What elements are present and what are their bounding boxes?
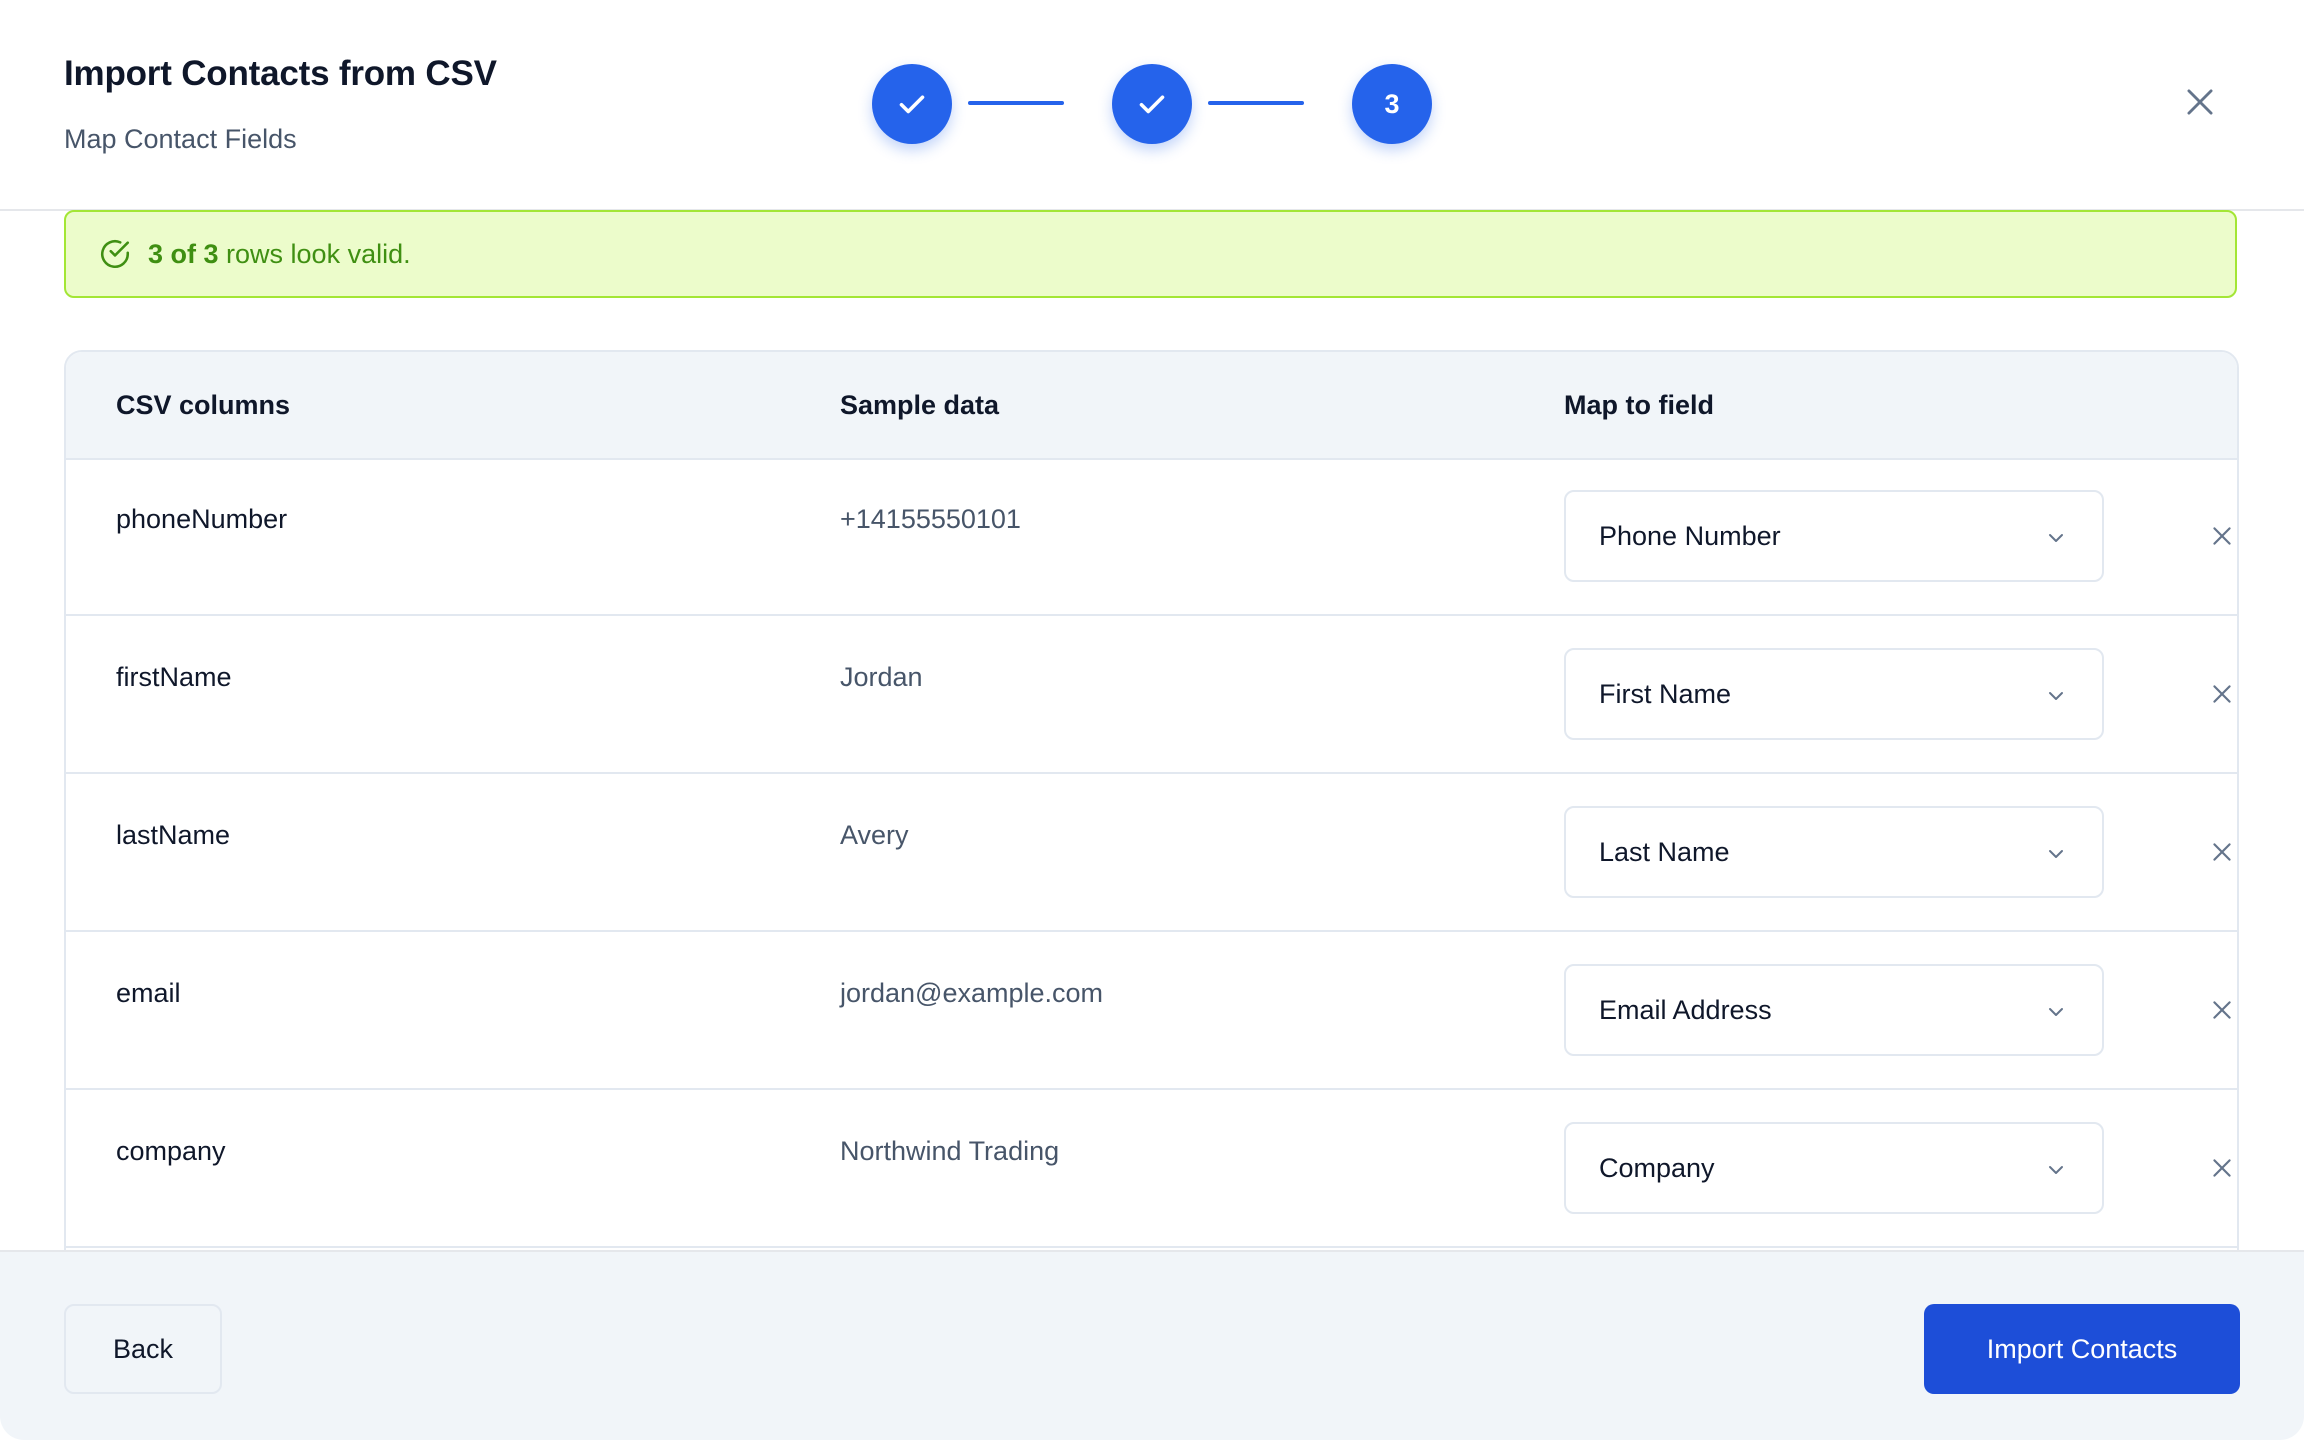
header-map-to-field: Map to field — [1564, 390, 1714, 420]
close-icon — [2213, 685, 2231, 703]
table-row: lastName Avery Last Name — [66, 774, 2237, 932]
close-button[interactable] — [2176, 78, 2224, 126]
field-select-value: First Name — [1599, 679, 1732, 709]
check-icon — [1139, 95, 1165, 114]
modal-header: Import Contacts from CSV Map Contact Fie… — [0, 0, 2304, 211]
remove-mapping-button[interactable] — [2206, 836, 2237, 868]
sample-value: Jordan — [840, 662, 923, 692]
validation-count: 3 of 3 — [148, 238, 219, 269]
field-select[interactable]: First Name — [1564, 648, 2104, 740]
field-mapping-table: CSV columns Sample data Map to field pho… — [64, 350, 2239, 1350]
field-select[interactable]: Company — [1564, 1122, 2104, 1214]
remove-mapping-button[interactable] — [2206, 678, 2237, 710]
sample-value: +14155550101 — [840, 504, 1021, 534]
chevron-down-icon — [2049, 692, 2063, 700]
field-select-value: Last Name — [1599, 837, 1730, 867]
close-icon — [2213, 1001, 2231, 1019]
step-connector — [1208, 101, 1304, 105]
import-contacts-button[interactable]: Import Contacts — [1924, 1304, 2240, 1394]
csv-column-name: firstName — [116, 662, 232, 692]
field-select[interactable]: Phone Number — [1564, 490, 2104, 582]
check-icon — [899, 95, 925, 114]
validation-message: 3 of 3 rows look valid. — [148, 239, 411, 270]
header-csv-columns: CSV columns — [116, 390, 291, 420]
remove-mapping-button[interactable] — [2206, 520, 2237, 552]
field-select-value: Email Address — [1599, 995, 1772, 1025]
remove-mapping-button[interactable] — [2206, 994, 2237, 1026]
table-row: phoneNumber +14155550101 Phone Number — [66, 458, 2237, 616]
chevron-down-icon — [2049, 850, 2063, 858]
modal-footer: Back Import Contacts — [0, 1250, 2304, 1440]
chevron-down-icon — [2049, 1166, 2063, 1174]
csv-column-name: phoneNumber — [116, 504, 288, 534]
validation-banner: 3 of 3 rows look valid. — [64, 210, 2237, 298]
import-modal: Import Contacts from CSV Map Contact Fie… — [0, 0, 2304, 1440]
stepper: 3 — [0, 0, 2304, 209]
csv-column-name: email — [116, 978, 181, 1008]
chevron-down-icon — [2049, 534, 2063, 542]
table-row: email jordan@example.com Email Address — [66, 932, 2237, 1090]
close-icon — [2213, 1159, 2231, 1177]
step-number: 3 — [1384, 88, 1400, 119]
field-select-value: Phone Number — [1599, 521, 1781, 551]
field-select[interactable]: Last Name — [1564, 806, 2104, 898]
close-icon — [2187, 89, 2213, 115]
sample-value: Avery — [840, 820, 909, 850]
csv-column-name: company — [116, 1136, 226, 1166]
close-icon — [2213, 527, 2231, 545]
field-select[interactable]: Email Address — [1564, 964, 2104, 1056]
step-3-current: 3 — [1352, 64, 1432, 144]
header-sample-data: Sample data — [840, 390, 1000, 420]
step-1-complete — [872, 64, 952, 144]
step-connector — [968, 101, 1064, 105]
check-circle-icon — [100, 239, 130, 269]
validation-text: rows look valid. — [218, 238, 411, 269]
field-select-value: Company — [1599, 1153, 1715, 1183]
close-icon — [2213, 843, 2231, 861]
remove-mapping-button[interactable] — [2206, 1152, 2237, 1184]
csv-column-name: lastName — [116, 820, 231, 850]
chevron-down-icon — [2049, 1008, 2063, 1016]
table-row: company Northwind Trading Company — [66, 1090, 2237, 1248]
table-row: firstName Jordan First Name — [66, 616, 2237, 774]
sample-value: Northwind Trading — [840, 1136, 1060, 1166]
sample-value: jordan@example.com — [840, 978, 1104, 1008]
back-button[interactable]: Back — [64, 1304, 222, 1394]
table-header: CSV columns Sample data Map to field — [66, 352, 2237, 460]
step-2-complete — [1112, 64, 1192, 144]
